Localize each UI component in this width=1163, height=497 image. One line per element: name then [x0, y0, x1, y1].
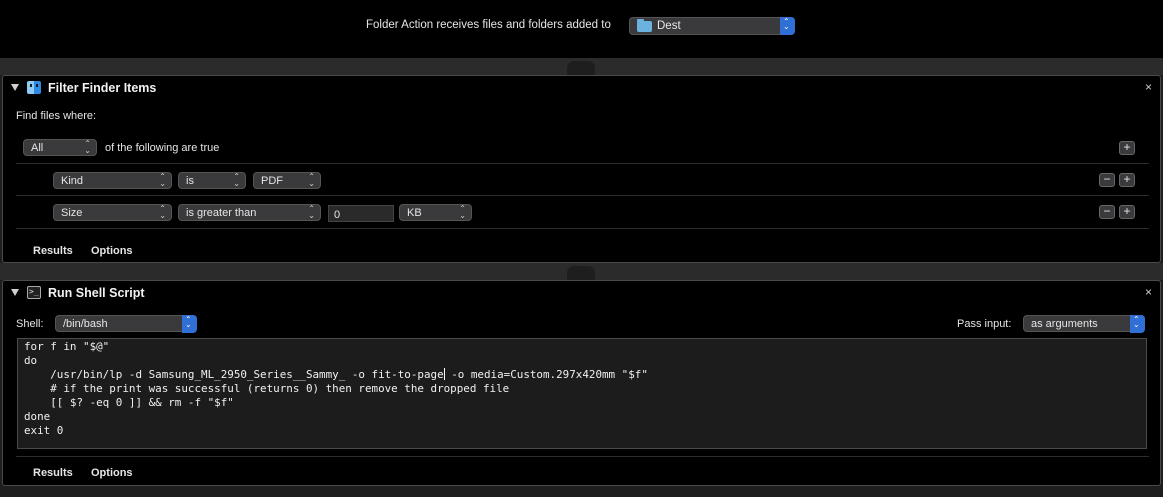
rule-value: PDF	[261, 175, 283, 187]
remove-rule-button[interactable]: −	[1099, 205, 1115, 219]
script-line: do	[24, 354, 38, 367]
chevron-updown-icon: ⌃ ⌄	[308, 204, 315, 220]
tab-results[interactable]: Results	[33, 245, 73, 257]
script-line: for f in "$@"	[24, 340, 110, 353]
shell-value: /bin/bash	[63, 318, 108, 330]
rule-attribute-popup[interactable]: Size ⌃ ⌄	[53, 204, 172, 221]
run-shell-script-action: Run Shell Script × Shell: /bin/bash Pass…	[2, 280, 1161, 486]
rule-operator-value: is greater than	[186, 207, 257, 219]
action-header: Filter Finder Items ×	[3, 76, 1160, 100]
tab-results[interactable]: Results	[33, 467, 73, 479]
size-unit-value: KB	[407, 207, 422, 219]
rule-attribute-popup[interactable]: Kind ⌃ ⌄	[53, 172, 172, 189]
script-line: done	[24, 410, 51, 423]
tab-options[interactable]: Options	[91, 245, 133, 257]
rule-attribute-value: Size	[61, 207, 83, 219]
chevron-updown-icon	[1130, 315, 1145, 333]
filter-finder-items-action: Filter Finder Items × Find files where: …	[2, 75, 1161, 263]
chevron-updown-icon: ⌃ ⌄	[84, 139, 91, 155]
chevron-updown-icon: ⌃ ⌄	[459, 204, 466, 220]
pass-input-label: Pass input:	[957, 318, 1012, 330]
script-line: exit 0	[24, 424, 64, 437]
terminal-icon	[27, 286, 41, 299]
match-popup[interactable]: All ⌃ ⌄	[23, 139, 97, 156]
rule-operator-popup[interactable]: is ⌃ ⌄	[178, 172, 246, 189]
action-title: Run Shell Script	[48, 286, 145, 300]
add-rule-button[interactable]: +	[1119, 205, 1135, 219]
chevron-updown-icon: ⌃ ⌄	[233, 172, 240, 188]
folder-icon	[637, 19, 652, 32]
disclosure-triangle-icon[interactable]	[11, 84, 19, 91]
folder-name: Dest	[657, 20, 681, 32]
shell-label: Shell:	[16, 318, 44, 330]
script-line-continued: -o media=Custom.297x420mm "$f"	[444, 368, 648, 381]
size-value-field[interactable]: 0	[328, 205, 394, 222]
chevron-updown-icon: ⌃ ⌄	[159, 204, 166, 220]
size-unit-popup[interactable]: KB ⌃ ⌄	[399, 204, 472, 221]
shell-popup[interactable]: /bin/bash	[55, 315, 197, 333]
add-rule-button[interactable]: +	[1119, 173, 1135, 187]
script-text: for f in "$@" do /usr/bin/lp -d Samsung_…	[24, 340, 648, 438]
size-value: 0	[334, 209, 341, 221]
chevron-updown-icon: ⌃ ⌄	[308, 172, 315, 188]
folder-action-label: Folder Action receives files and folders…	[366, 19, 611, 31]
script-line: [[ $? -eq 0 ]] && rm -f "$f"	[24, 396, 234, 409]
rule-operator-value: is	[186, 175, 194, 187]
workflow-header: Folder Action receives files and folders…	[0, 0, 1163, 58]
close-icon[interactable]: ×	[1145, 80, 1152, 94]
script-editor[interactable]: for f in "$@" do /usr/bin/lp -d Samsung_…	[17, 338, 1147, 449]
find-files-label: Find files where:	[16, 110, 97, 122]
finder-icon	[27, 81, 41, 94]
rule-operator-popup[interactable]: is greater than ⌃ ⌄	[178, 204, 321, 221]
close-icon[interactable]: ×	[1145, 285, 1152, 299]
chevron-updown-icon	[780, 17, 795, 35]
action-header: Run Shell Script ×	[3, 281, 1160, 305]
action-connector	[567, 266, 595, 280]
action-connector	[567, 61, 595, 75]
rule-attribute-value: Kind	[61, 175, 84, 187]
script-line: /usr/bin/lp -d Samsung_ML_2950_Series__S…	[24, 368, 444, 381]
disclosure-triangle-icon[interactable]	[11, 289, 19, 296]
chevron-updown-icon: ⌃ ⌄	[159, 172, 166, 188]
add-rule-button[interactable]: +	[1119, 141, 1135, 155]
match-value: All	[31, 142, 44, 154]
script-line: # if the print was successful (returns 0…	[24, 382, 510, 395]
divider	[16, 163, 1149, 164]
remove-rule-button[interactable]: −	[1099, 173, 1115, 187]
divider	[16, 195, 1149, 196]
chevron-updown-icon	[182, 315, 197, 333]
divider	[16, 456, 1149, 457]
pass-input-popup[interactable]: as arguments	[1023, 315, 1145, 333]
tab-options[interactable]: Options	[91, 467, 133, 479]
divider	[16, 228, 1149, 229]
folder-popup[interactable]: Dest	[629, 17, 795, 35]
rule-value-popup[interactable]: PDF ⌃ ⌄	[253, 172, 321, 189]
match-suffix-label: of the following are true	[105, 142, 220, 154]
pass-input-value: as arguments	[1031, 318, 1098, 330]
action-title: Filter Finder Items	[48, 81, 157, 95]
